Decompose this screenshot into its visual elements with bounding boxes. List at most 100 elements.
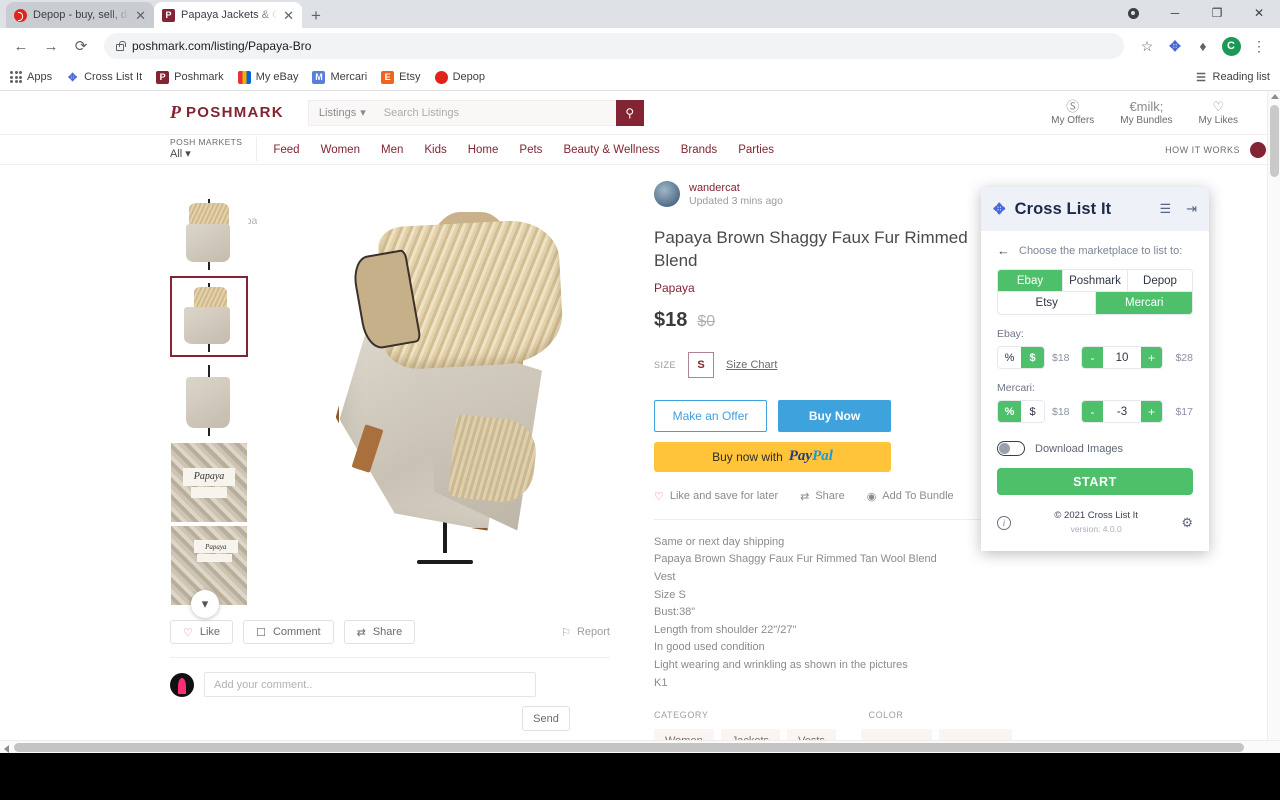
nav-item-brands[interactable]: Brands [681, 144, 717, 156]
send-button[interactable]: Send [522, 706, 570, 731]
marketplace-poshmark[interactable]: Poshmark [1063, 270, 1128, 292]
avatar[interactable] [1250, 141, 1266, 158]
scroll-left-icon[interactable] [4, 745, 9, 753]
share-button[interactable]: ⇄ Share [343, 620, 416, 644]
scroll-up-icon[interactable] [1271, 94, 1279, 99]
reading-list-button[interactable]: ☰ Reading list [1194, 70, 1270, 84]
marketplace-etsy[interactable]: Etsy [998, 292, 1097, 314]
size-chart-link[interactable]: Size Chart [726, 359, 777, 371]
seller-name[interactable]: wandercat [689, 182, 783, 194]
make-offer-button[interactable]: Make an Offer [654, 399, 767, 432]
report-button[interactable]: ⚐ Report [561, 626, 610, 639]
scrollbar-thumb[interactable] [14, 743, 1244, 752]
reload-icon[interactable]: ⟳ [68, 33, 94, 59]
thumbnail-item-selected[interactable] [170, 276, 248, 357]
ebay-mode-dollar[interactable]: $ [1021, 347, 1044, 368]
mercari-adjust-value[interactable]: -3 [1103, 401, 1141, 422]
share-button[interactable]: ⇄ Share [800, 490, 845, 503]
bookmark-cross-list-it[interactable]: ✥ Cross List It [66, 70, 142, 84]
thumbnail-item[interactable]: Papaya [170, 442, 248, 523]
browser-menu-icon[interactable]: ⋮ [1246, 33, 1272, 59]
my-offers-link[interactable]: Ⓢ My Offers [1051, 100, 1094, 126]
mercari-mode-dollar[interactable]: $ [1021, 401, 1044, 422]
list-icon[interactable]: ☰ [1159, 201, 1171, 217]
brand-link[interactable]: Papaya [654, 281, 959, 295]
mercari-increment-button[interactable]: + [1141, 401, 1162, 422]
download-images-row: Download Images [997, 441, 1193, 456]
search-scope-dropdown[interactable]: Listings ▾ [307, 99, 376, 126]
marketplace-mercari[interactable]: Mercari [1096, 292, 1192, 314]
my-bundles-link[interactable]: €milk; My Bundles [1120, 100, 1172, 126]
ebay-mode-percent[interactable]: % [998, 347, 1021, 368]
posh-markets-selector[interactable]: POSH MARKETS All ▾ [170, 137, 258, 162]
like-button[interactable]: ♡ Like [170, 620, 234, 644]
ebay-decrement-button[interactable]: - [1082, 347, 1103, 368]
nav-item-men[interactable]: Men [381, 144, 403, 156]
ebay-increment-button[interactable]: + [1141, 347, 1162, 368]
bookmark-depop[interactable]: Depop [434, 70, 485, 84]
nav-item-women[interactable]: Women [321, 144, 360, 156]
bookmark-apps[interactable]: Apps [10, 71, 52, 83]
download-images-toggle[interactable] [997, 441, 1025, 456]
address-bar[interactable]: poshmark.com/listing/Papaya-Bro [104, 33, 1124, 59]
bookmark-etsy[interactable]: E Etsy [381, 70, 421, 84]
size-label: SIZE [654, 359, 677, 370]
mercari-mode-toggle: % $ [997, 400, 1045, 423]
tab-depop[interactable]: Depop - buy, sell, discover uniq ✕ [6, 2, 154, 28]
ebay-adjust-value[interactable]: 10 [1103, 347, 1141, 368]
how-it-works-link[interactable]: HOW IT WORKS [1165, 145, 1240, 155]
mercari-mode-percent[interactable]: % [998, 401, 1021, 422]
comment-input[interactable]: Add your comment.. [204, 672, 536, 697]
marketplace-depop[interactable]: Depop [1128, 270, 1192, 292]
close-icon[interactable]: ✕ [135, 9, 146, 22]
bookmark-star-icon[interactable]: ☆ [1134, 33, 1160, 59]
logout-icon[interactable]: ⇥ [1186, 201, 1197, 217]
minimize-button[interactable]: ─ [1154, 0, 1196, 26]
add-to-bundle-button[interactable]: ◉ Add To Bundle [867, 490, 954, 503]
buy-now-button[interactable]: Buy Now [778, 399, 891, 432]
close-window-button[interactable]: ✕ [1238, 0, 1280, 26]
bookmark-poshmark[interactable]: P Poshmark [156, 70, 224, 84]
bookmark-my-ebay[interactable]: My eBay [237, 70, 298, 84]
profile-dot-icon[interactable] [1112, 0, 1154, 26]
horizontal-scrollbar[interactable] [0, 740, 1280, 753]
comment-button[interactable]: ☐ Comment [243, 620, 334, 644]
cross-list-it-extension-icon[interactable]: ✥ [1162, 33, 1188, 59]
nav-item-feed[interactable]: Feed [273, 144, 299, 156]
thumbnail-item[interactable] [170, 193, 248, 274]
seller-row[interactable]: wandercat Updated 3 mins ago [654, 181, 959, 207]
scrollbar-thumb[interactable] [1270, 105, 1279, 177]
vertical-scrollbar[interactable] [1267, 91, 1280, 753]
marketplace-ebay[interactable]: Ebay [998, 270, 1063, 292]
bookmark-mercari[interactable]: M Mercari [312, 70, 367, 84]
close-icon[interactable]: ✕ [283, 9, 294, 22]
mercari-decrement-button[interactable]: - [1082, 401, 1103, 422]
forward-icon[interactable]: → [38, 33, 64, 59]
nav-item-pets[interactable]: Pets [519, 144, 542, 156]
chevron-down-icon[interactable]: ▾ [191, 590, 219, 618]
nav-item-beauty[interactable]: Beauty & Wellness [563, 144, 659, 156]
nav-item-kids[interactable]: Kids [424, 144, 446, 156]
search-input[interactable]: Search Listings [375, 99, 616, 126]
gear-icon[interactable]: ⚙ [1181, 515, 1193, 531]
tab-poshmark[interactable]: P Papaya Jackets & Coats | Papaya ✕ [154, 2, 302, 28]
size-option-s[interactable]: S [688, 351, 715, 378]
new-tab-button[interactable]: + [311, 7, 321, 24]
extensions-puzzle-icon[interactable]: ♦ [1190, 33, 1216, 59]
nav-item-home[interactable]: Home [468, 144, 499, 156]
start-button[interactable]: START [997, 468, 1193, 495]
thumbnail-item[interactable] [170, 359, 248, 440]
info-icon[interactable]: i [997, 515, 1011, 530]
paypal-button[interactable]: Buy now with PayPal [654, 441, 891, 472]
back-icon[interactable]: ← [8, 33, 34, 59]
like-save-button[interactable]: ♡ Like and save for later [654, 490, 778, 503]
maximize-button[interactable]: ❐ [1196, 0, 1238, 26]
my-likes-link[interactable]: ♡ My Likes [1199, 100, 1238, 126]
search-icon[interactable]: ⚲ [615, 99, 644, 126]
poshmark-logo[interactable]: P POSHMARK [170, 102, 284, 123]
main-product-image[interactable] [257, 193, 632, 568]
profile-avatar[interactable]: C [1218, 33, 1244, 59]
back-icon[interactable]: ← [997, 243, 1010, 258]
lock-icon [116, 40, 126, 51]
nav-item-parties[interactable]: Parties [738, 144, 774, 156]
